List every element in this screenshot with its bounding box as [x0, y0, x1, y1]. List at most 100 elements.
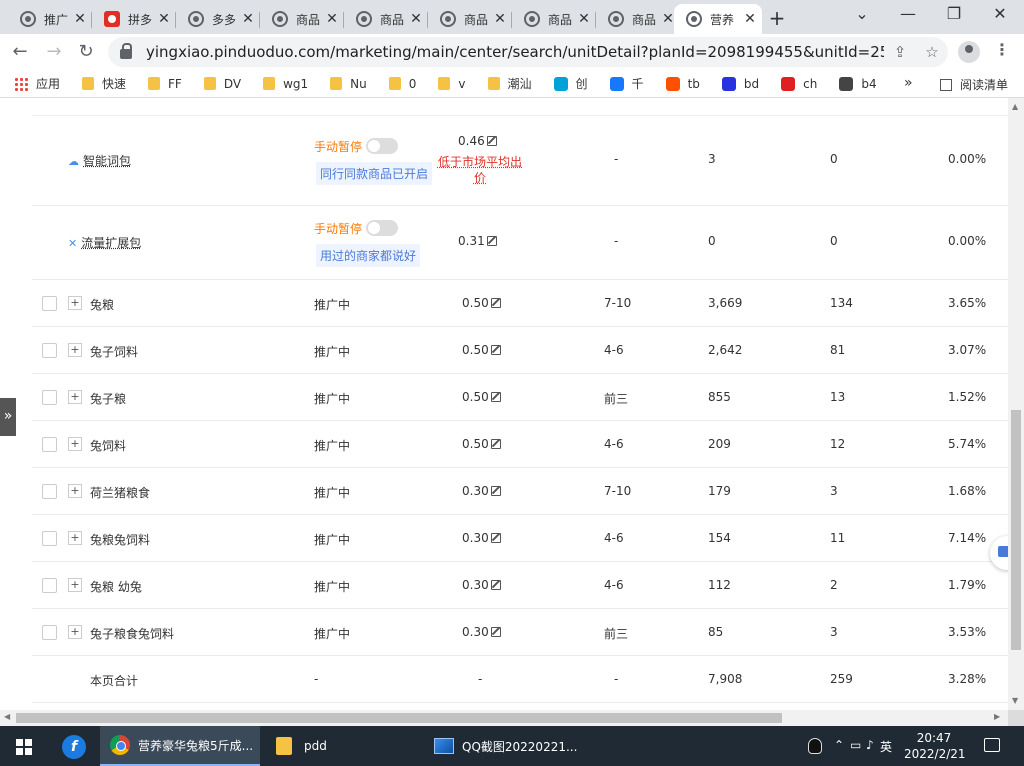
vertical-scrollbar[interactable]: ▲ ▼ — [1008, 98, 1024, 710]
edit-icon[interactable] — [490, 627, 501, 637]
expand-row-button[interactable]: + — [68, 437, 82, 451]
keyword-bid[interactable]: 0.30 — [462, 531, 501, 545]
reading-list-button[interactable]: 阅读清单 — [940, 76, 1008, 93]
browser-menu-icon[interactable]: ⋮ — [994, 40, 1010, 59]
status-toggle[interactable] — [366, 220, 399, 236]
package-bid[interactable]: 0.31 — [458, 234, 497, 248]
expand-row-button[interactable]: + — [68, 343, 82, 357]
bookmark-item[interactable]: 潮汕 — [487, 75, 532, 92]
volume-icon[interactable]: ♪ — [866, 738, 874, 752]
vertical-scroll-thumb[interactable] — [1011, 410, 1021, 650]
tab-close-icon[interactable]: ✕ — [72, 11, 88, 27]
row-checkbox[interactable] — [42, 296, 57, 311]
new-tab-button[interactable]: + — [764, 6, 790, 30]
scroll-down-icon[interactable]: ▼ — [1012, 696, 1018, 705]
bookmark-item[interactable]: 千 — [609, 75, 644, 92]
forward-arrow-icon[interactable]: → — [42, 40, 66, 64]
expand-row-button[interactable]: + — [68, 578, 82, 592]
row-checkbox[interactable] — [42, 625, 57, 640]
browser-tab[interactable]: 多多 ✕ — [176, 4, 260, 34]
taskbar-folder-window[interactable]: pdd — [266, 726, 416, 766]
tab-close-icon[interactable]: ✕ — [324, 11, 340, 27]
bookmark-item[interactable]: v — [438, 77, 466, 91]
browser-tab[interactable]: 商品 ✕ — [596, 4, 680, 34]
edit-icon[interactable] — [490, 345, 501, 355]
browser-tab[interactable]: 营养 ✕ — [674, 4, 762, 34]
edit-icon[interactable] — [490, 298, 501, 308]
expand-row-button[interactable]: + — [68, 625, 82, 639]
close-window-button[interactable]: ✕ — [980, 4, 1020, 23]
scroll-up-icon[interactable]: ▲ — [1012, 102, 1018, 111]
minimize-button[interactable]: — — [888, 4, 928, 23]
notification-icon[interactable] — [984, 738, 1000, 752]
expand-row-button[interactable]: + — [68, 531, 82, 545]
row-checkbox[interactable] — [42, 437, 57, 452]
profile-avatar[interactable] — [958, 41, 980, 63]
browser-tab[interactable]: 商品 ✕ — [260, 4, 344, 34]
tab-search-icon[interactable]: ⌄ — [842, 4, 882, 23]
bookmarks-overflow-icon[interactable]: » — [904, 75, 913, 91]
edit-icon[interactable] — [490, 392, 501, 402]
restore-button[interactable]: ❐ — [934, 4, 974, 23]
expand-row-button[interactable]: + — [68, 484, 82, 498]
bookmark-item[interactable]: bd — [721, 76, 759, 91]
row-checkbox[interactable] — [42, 390, 57, 405]
tab-close-icon[interactable]: ✕ — [156, 11, 172, 27]
package-name[interactable]: ✕ 流量扩展包 — [68, 234, 141, 251]
address-bar[interactable]: yingxiao.pinduoduo.com/marketing/main/ce… — [108, 37, 948, 67]
keyword-bid[interactable]: 0.30 — [462, 484, 501, 498]
share-icon[interactable]: ⇪ — [884, 43, 916, 61]
row-checkbox[interactable] — [42, 531, 57, 546]
bookmark-item[interactable]: 快速 — [82, 75, 126, 92]
keyword-bid[interactable]: 0.50 — [462, 343, 501, 357]
tab-close-icon[interactable]: ✕ — [742, 11, 758, 27]
browser-tab[interactable]: 商品 ✕ — [428, 4, 512, 34]
tab-close-icon[interactable]: ✕ — [576, 11, 592, 27]
scroll-right-icon[interactable]: ▶ — [994, 712, 1000, 721]
lock-icon[interactable] — [120, 43, 132, 59]
row-checkbox[interactable] — [42, 578, 57, 593]
qq-tray-icon[interactable] — [808, 738, 822, 754]
bookmark-star-icon[interactable]: ☆ — [916, 43, 948, 61]
tab-close-icon[interactable]: ✕ — [408, 11, 424, 27]
bookmark-item[interactable]: 0 — [388, 77, 416, 91]
reload-icon[interactable]: ↻ — [74, 40, 98, 64]
bookmark-item[interactable]: b4 — [839, 76, 877, 91]
expand-row-button[interactable]: + — [68, 296, 82, 310]
keyword-bid[interactable]: 0.30 — [462, 578, 501, 592]
horizontal-scrollbar[interactable]: ◀ ▶ — [0, 710, 1008, 726]
row-checkbox[interactable] — [42, 484, 57, 499]
bookmark-item[interactable]: Nu — [330, 77, 367, 91]
bookmark-item[interactable]: 创 — [553, 75, 588, 92]
keyword-bid[interactable]: 0.50 — [462, 296, 501, 310]
edit-icon[interactable] — [486, 236, 497, 246]
horizontal-scroll-thumb[interactable] — [16, 713, 782, 723]
network-icon[interactable]: ▭ — [850, 738, 861, 752]
keyword-bid[interactable]: 0.50 — [462, 437, 501, 451]
keyword-bid[interactable]: 0.30 — [462, 625, 501, 639]
url-text[interactable]: yingxiao.pinduoduo.com/marketing/main/ce… — [146, 43, 884, 61]
tab-close-icon[interactable]: ✕ — [492, 11, 508, 27]
expand-sidebar-button[interactable]: » — [0, 398, 16, 436]
keyword-bid[interactable]: 0.50 — [462, 390, 501, 404]
status-toggle[interactable] — [366, 138, 399, 154]
ime-indicator[interactable]: 英 — [880, 738, 892, 755]
browser-tab[interactable]: 商品 ✕ — [512, 4, 596, 34]
bookmark-item[interactable]: DV — [203, 77, 241, 91]
bookmark-item[interactable]: ch — [781, 76, 817, 91]
package-name[interactable]: ☁ 智能词包 — [68, 152, 131, 169]
back-arrow-icon[interactable]: ← — [8, 40, 32, 64]
tray-expand-icon[interactable]: ⌃ — [834, 738, 844, 752]
bookmark-apps[interactable]: 应用 — [14, 75, 60, 92]
taskbar-chrome-window[interactable]: 营养豪华兔粮5斤成... — [100, 726, 260, 766]
package-bid[interactable]: 0.46 — [458, 134, 497, 148]
taskbar-screenshot-window[interactable]: QQ截图20220221... — [424, 726, 584, 766]
browser-tab[interactable]: 拼多 ✕ — [92, 4, 176, 34]
edit-icon[interactable] — [490, 580, 501, 590]
browser-tab[interactable]: 商品 ✕ — [344, 4, 428, 34]
windows-start-icon[interactable] — [16, 739, 32, 755]
edit-icon[interactable] — [486, 136, 497, 146]
bookmark-item[interactable]: FF — [148, 77, 182, 91]
browser-tab[interactable]: 推广 ✕ — [8, 4, 92, 34]
edit-icon[interactable] — [490, 533, 501, 543]
